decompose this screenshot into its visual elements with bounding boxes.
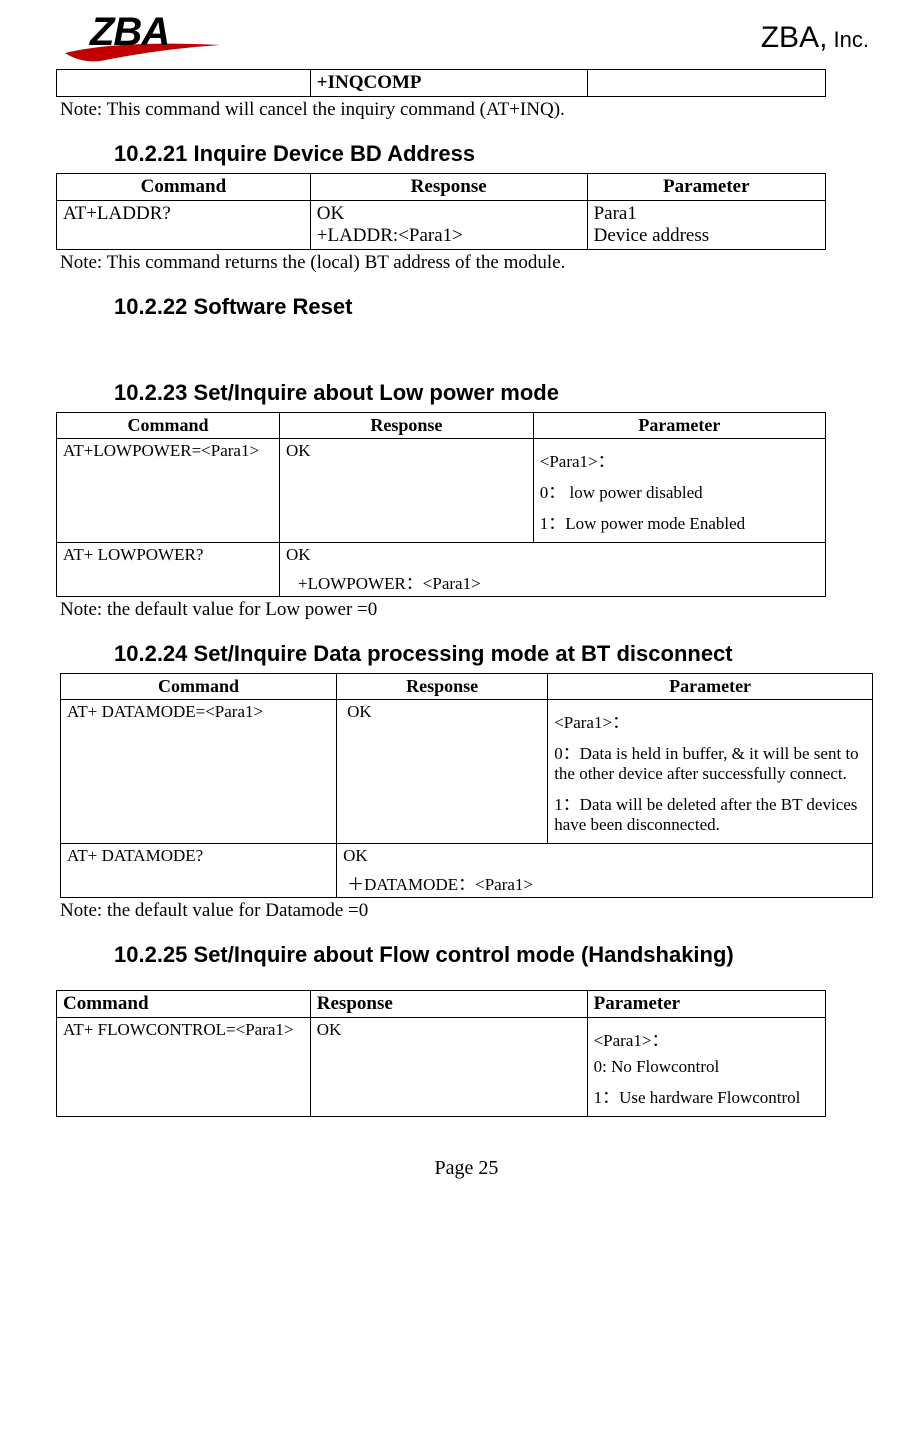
- cell-response: OK ＋DATAMODE：<Para1>: [337, 844, 873, 898]
- table-row: AT+ LOWPOWER? OK +LOWPOWER：<Para1>: [57, 543, 826, 597]
- section-22-title: 10.2.22 Software Reset: [114, 294, 873, 320]
- col-response: Response: [310, 991, 587, 1018]
- table-row: AT+LADDR? OK +LADDR:<Para1> Para1 Device…: [57, 201, 826, 250]
- param-line2: Device address: [594, 225, 819, 247]
- page-header: ZBA ZBA, Inc.: [60, 10, 873, 65]
- cell-parameter: Para1 Device address: [587, 201, 825, 250]
- section-23-title: 10.2.23 Set/Inquire about Low power mode: [114, 380, 873, 406]
- param-line1: <Para1>：: [540, 447, 819, 472]
- cell-empty: [587, 70, 825, 97]
- section-23-table: Command Response Parameter AT+LOWPOWER=<…: [56, 412, 826, 597]
- section-25-title: 10.2.25 Set/Inquire about Flow control m…: [114, 942, 873, 968]
- param-line1: <Para1>：: [554, 708, 866, 733]
- col-command: Command: [57, 174, 311, 201]
- col-parameter: Parameter: [587, 991, 825, 1018]
- table-header-row: Command Response Parameter: [57, 413, 826, 439]
- resp-line1: OK: [343, 846, 866, 866]
- resp-line2: ＋DATAMODE：<Para1>: [347, 870, 866, 895]
- cell-response: OK: [337, 700, 548, 844]
- col-parameter: Parameter: [548, 674, 873, 700]
- top-fragment-table: +INQCOMP: [56, 69, 826, 97]
- cell-command: AT+ DATAMODE=<Para1>: [61, 700, 337, 844]
- company-main: ZBA,: [761, 21, 828, 54]
- col-parameter: Parameter: [587, 174, 825, 201]
- cell-response: OK: [310, 1018, 587, 1117]
- table-row: AT+ FLOWCONTROL=<Para1> OK <Para1>： 0: N…: [57, 1018, 826, 1117]
- param-line1: Para1: [594, 203, 819, 225]
- param-line2: 0: No Flowcontrol: [594, 1057, 819, 1077]
- col-parameter: Parameter: [533, 413, 825, 439]
- cell-parameter: <Para1>： 0: No Flowcontrol 1：Use hardwar…: [587, 1018, 825, 1117]
- param-line2: 0：Data is held in buffer, & it will be s…: [554, 739, 866, 784]
- note-top: Note: This command will cancel the inqui…: [60, 99, 873, 121]
- section-25-table: Command Response Parameter AT+ FLOWCONTR…: [56, 990, 826, 1117]
- col-command: Command: [57, 413, 280, 439]
- cell-empty: [57, 70, 311, 97]
- table-header-row: Command Response Parameter: [57, 991, 826, 1018]
- table-header-row: Command Response Parameter: [57, 174, 826, 201]
- logo-text: ZBA: [90, 10, 169, 55]
- param-line3: 1：Data will be deleted after the BT devi…: [554, 790, 866, 835]
- table-row: +INQCOMP: [57, 70, 826, 97]
- note-21: Note: This command returns the (local) B…: [60, 252, 873, 274]
- section-21-table: Command Response Parameter AT+LADDR? OK …: [56, 173, 826, 250]
- cell-response: OK +LADDR:<Para1>: [310, 201, 587, 250]
- resp-line2: +LADDR:<Para1>: [317, 225, 581, 247]
- col-response: Response: [280, 413, 534, 439]
- cell-parameter: <Para1>： 0： low power disabled 1：Low pow…: [533, 439, 825, 543]
- resp-line1: OK: [317, 203, 581, 225]
- cell-command: AT+LADDR?: [57, 201, 311, 250]
- zba-logo: ZBA: [60, 10, 230, 65]
- note-23: Note: the default value for Low power =0: [60, 599, 873, 621]
- param-line2: 0： low power disabled: [540, 478, 819, 503]
- note-24: Note: the default value for Datamode =0: [60, 900, 873, 922]
- section-24-title: 10.2.24 Set/Inquire Data processing mode…: [114, 641, 873, 667]
- resp-line1: OK: [286, 545, 819, 565]
- param-line1: <Para1>：: [594, 1026, 819, 1051]
- cell-response: OK +LOWPOWER：<Para1>: [280, 543, 826, 597]
- cell-command: AT+ LOWPOWER?: [57, 543, 280, 597]
- table-row: AT+LOWPOWER=<Para1> OK <Para1>： 0： low p…: [57, 439, 826, 543]
- cell-parameter: <Para1>： 0：Data is held in buffer, & it …: [548, 700, 873, 844]
- col-response: Response: [310, 174, 587, 201]
- section-24-table: Command Response Parameter AT+ DATAMODE=…: [60, 673, 873, 898]
- page-number: Page 25: [60, 1157, 873, 1180]
- table-header-row: Command Response Parameter: [61, 674, 873, 700]
- company-name: ZBA, Inc.: [761, 21, 869, 55]
- resp-line2: +LOWPOWER：<Para1>: [298, 569, 819, 594]
- cell-response: OK: [280, 439, 534, 543]
- table-row: AT+ DATAMODE=<Para1> OK <Para1>： 0：Data …: [61, 700, 873, 844]
- param-line3: 1：Low power mode Enabled: [540, 509, 819, 534]
- param-line3: 1：Use hardware Flowcontrol: [594, 1083, 819, 1108]
- cell-inqcomp: +INQCOMP: [310, 70, 587, 97]
- cell-command: AT+LOWPOWER=<Para1>: [57, 439, 280, 543]
- cell-command: AT+ DATAMODE?: [61, 844, 337, 898]
- cell-command: AT+ FLOWCONTROL=<Para1>: [57, 1018, 311, 1117]
- col-command: Command: [57, 991, 311, 1018]
- company-suffix: Inc.: [827, 27, 869, 52]
- table-row: AT+ DATAMODE? OK ＋DATAMODE：<Para1>: [61, 844, 873, 898]
- section-21-title: 10.2.21 Inquire Device BD Address: [114, 141, 873, 167]
- col-response: Response: [337, 674, 548, 700]
- col-command: Command: [61, 674, 337, 700]
